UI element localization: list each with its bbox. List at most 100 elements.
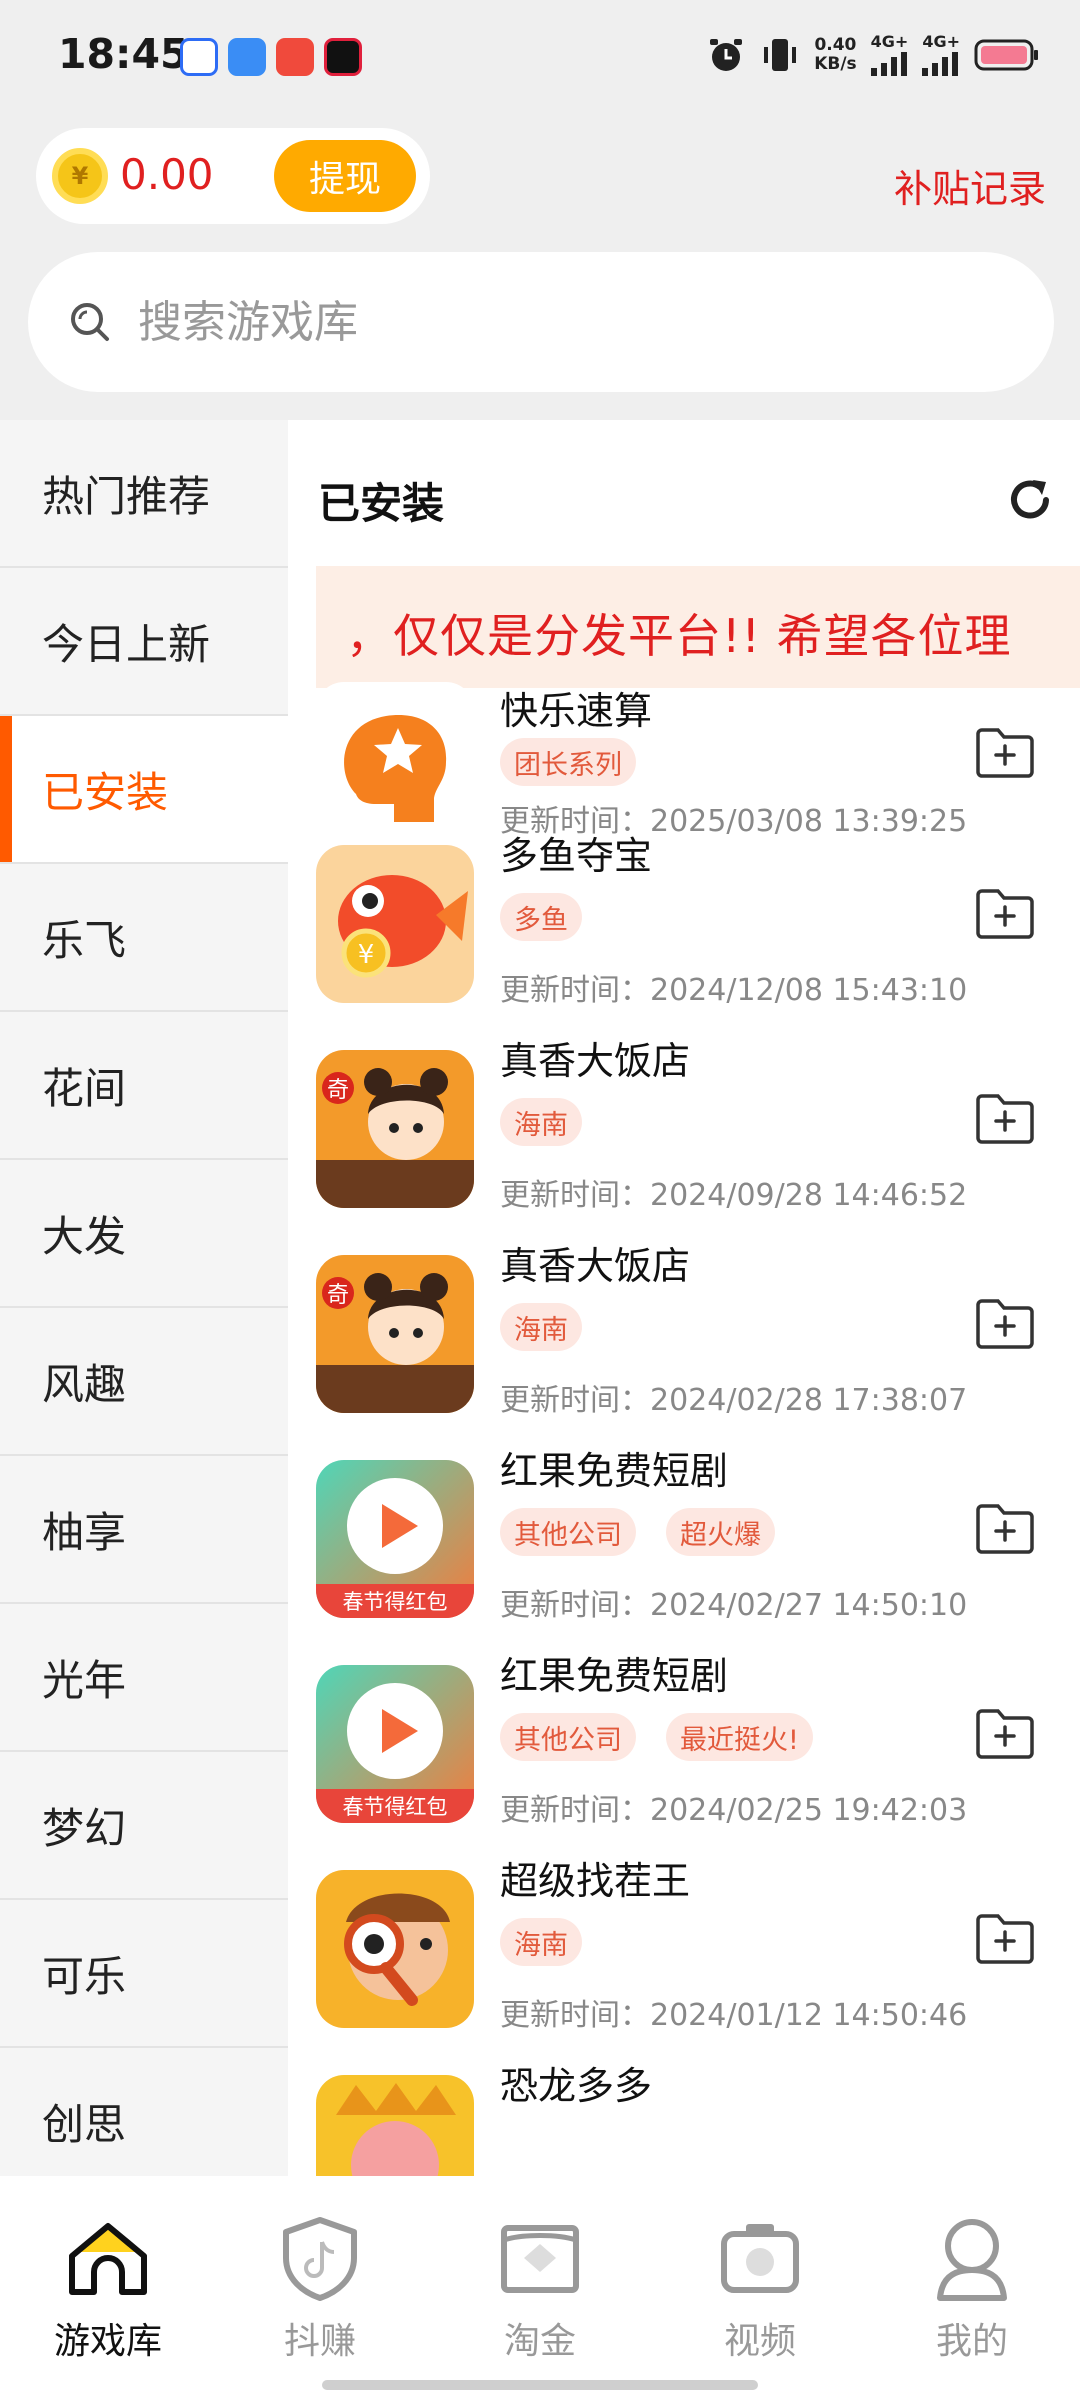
add-to-folder-icon[interactable] (974, 1295, 1036, 1351)
game-row[interactable]: ¥ 多鱼夺宝 多鱼 更新时间：2024/12/08 15:43:10 (288, 825, 1080, 1030)
battery-icon (974, 39, 1038, 71)
add-to-folder-icon[interactable] (974, 1705, 1036, 1761)
nav-douzhuan[interactable]: 抖赚 (240, 2212, 400, 2364)
game-name: 红果免费短剧 (500, 1654, 729, 1698)
game-name: 真香大饭店 (500, 1039, 691, 1083)
baidu-icon (180, 38, 218, 76)
chef-badge-text: 奇 (327, 1078, 349, 1103)
home-icon (69, 2223, 147, 2295)
subsidy-record-link[interactable]: 补贴记录 (894, 158, 1046, 213)
game-tag: 最近挺火! (666, 1713, 813, 1761)
sidebar-item-new-today[interactable]: 今日上新 (0, 568, 288, 716)
add-to-folder-icon[interactable] (974, 1090, 1036, 1146)
game-tag: 多鱼 (500, 893, 582, 941)
nav-label: 游戏库 (53, 2321, 162, 2362)
game-tag: 团长系列 (500, 738, 636, 786)
sidebar-item-chuangsi[interactable]: 创思 (0, 2048, 288, 2176)
sidebar-item-fengqu[interactable]: 风趣 (0, 1308, 288, 1456)
add-to-folder-icon[interactable] (974, 1910, 1036, 1966)
notice-marquee: ，仅仅是分发平台!! 希望各位理 (316, 566, 1080, 688)
game-update-time: 更新时间：2024/02/25 19:42:03 (500, 1785, 967, 1829)
search-input[interactable] (138, 290, 1018, 354)
main-panel: 已安装 ，仅仅是分发平台!! 希望各位理 快乐速算 团长系列 更新时间：2025… (288, 420, 1080, 2176)
game-row[interactable]: 春节得红包 红果免费短剧 其他公司 最近挺火! 更新时间：2024/02/25 … (288, 1645, 1080, 1850)
game-row[interactable]: 奇 真香大饭店 海南 更新时间：2024/09/28 14:46:52 (288, 1030, 1080, 1235)
play-banner-text: 春节得红包 (343, 1795, 448, 1819)
refresh-icon[interactable] (1000, 470, 1060, 530)
nav-label: 抖赚 (283, 2321, 356, 2362)
sidebar-item-huajian[interactable]: 花间 (0, 1012, 288, 1160)
signal-icon (870, 50, 907, 76)
detective-icon (316, 1870, 474, 2028)
add-to-folder-icon[interactable] (974, 885, 1036, 941)
game-tags: 海南 (500, 1303, 582, 1351)
play-banner-text: 春节得红包 (343, 1590, 448, 1614)
update-time-value: 2024/02/28 17:38:07 (650, 1383, 968, 1418)
play-icon: 春节得红包 (316, 1665, 474, 1823)
game-tags: 其他公司 超火爆 (500, 1508, 775, 1556)
game-name: 恐龙多多 (500, 2064, 653, 2108)
balance-amount: 0.00 (120, 150, 214, 199)
sidebar-item-hot[interactable]: 热门推荐 (0, 420, 288, 568)
user-icon (937, 2219, 1007, 2301)
game-row[interactable]: 快乐速算 团长系列 更新时间：2025/03/08 13:39:25 (288, 682, 1080, 840)
game-update-time: 更新时间：2024/02/27 14:50:10 (500, 1580, 967, 1624)
notification-icons (180, 38, 362, 76)
sidebar-item-dafa[interactable]: 大发 (0, 1160, 288, 1308)
sidebar-item-youxiang[interactable]: 柚享 (0, 1456, 288, 1604)
sim1-label: 4G+ (870, 32, 909, 51)
game-row[interactable]: 恐龙多多 (288, 2055, 1080, 2176)
sidebar-item-guangnian[interactable]: 光年 (0, 1604, 288, 1752)
game-row[interactable]: 奇 真香大饭店 海南 更新时间：2024/02/28 17:38:07 (288, 1235, 1080, 1440)
nav-mine[interactable]: 我的 (892, 2212, 1052, 2364)
game-tags: 海南 (500, 1918, 582, 1966)
status-right: 0.40 KB/s 4G+ 4G+ (706, 34, 1040, 76)
sidebar-item-lefei[interactable]: 乐飞 (0, 864, 288, 1012)
gold-icon (501, 2225, 579, 2293)
svg-text:¥: ¥ (358, 940, 375, 970)
app-icon (276, 38, 314, 76)
update-time-value: 2024/12/08 15:43:10 (650, 973, 968, 1008)
notice-text: ，仅仅是分发平台!! 希望各位理 (346, 609, 1012, 663)
game-name: 真香大饭店 (500, 1244, 691, 1288)
home-indicator[interactable] (322, 2380, 758, 2390)
sidebar-item-installed[interactable]: 已安装 (0, 716, 288, 864)
play-icon: 春节得红包 (316, 1460, 474, 1618)
goldfish-icon: ¥ (316, 845, 474, 1003)
game-tags: 其他公司 最近挺火! (500, 1713, 813, 1761)
game-row[interactable]: 超级找茬王 海南 更新时间：2024/01/12 14:50:46 (288, 1850, 1080, 2055)
withdraw-button[interactable]: 提现 (274, 140, 416, 212)
net-speed-value: 0.40 (814, 35, 857, 55)
game-name: 快乐速算 (500, 689, 653, 733)
game-tags: 多鱼 (500, 893, 582, 941)
nav-game-library[interactable]: 游戏库 (28, 2212, 188, 2364)
sidebar-item-menghuan[interactable]: 梦幻 (0, 1752, 288, 1900)
nav-taojin[interactable]: 淘金 (460, 2212, 620, 2364)
add-to-folder-icon[interactable] (974, 724, 1036, 780)
add-to-folder-icon[interactable] (974, 1500, 1036, 1556)
nav-label: 我的 (935, 2321, 1008, 2362)
wallet-card: ¥ 0.00 提现 (36, 128, 430, 224)
nav-label: 淘金 (503, 2321, 576, 2362)
files-icon (228, 38, 266, 76)
bottom-nav: 游戏库 抖赚 淘金 视频 我的 (0, 2176, 1080, 2400)
update-time-value: 2024/02/27 14:50:10 (650, 1588, 968, 1623)
camera-icon (721, 2224, 799, 2293)
update-time-prefix: 更新时间： (500, 973, 650, 1008)
search-icon (71, 303, 109, 341)
game-tag: 其他公司 (500, 1713, 636, 1761)
sidebar-item-kele[interactable]: 可乐 (0, 1900, 288, 2048)
game-tag: 海南 (500, 1918, 582, 1966)
update-time-prefix: 更新时间： (500, 1793, 650, 1828)
game-update-time: 更新时间：2024/02/28 17:38:07 (500, 1375, 967, 1419)
nav-video[interactable]: 视频 (680, 2212, 840, 2364)
net-speed: 0.40 KB/s (814, 36, 856, 74)
signal-icon (922, 50, 959, 76)
update-time-prefix: 更新时间： (500, 1383, 650, 1418)
douyin-icon (324, 38, 362, 76)
search-bar[interactable] (28, 252, 1054, 392)
game-row[interactable]: 春节得红包 红果免费短剧 其他公司 超火爆 更新时间：2024/02/27 14… (288, 1440, 1080, 1645)
game-tag: 海南 (500, 1098, 582, 1146)
sim2-signal: 4G+ (922, 34, 960, 76)
update-time-prefix: 更新时间： (500, 1998, 650, 2033)
